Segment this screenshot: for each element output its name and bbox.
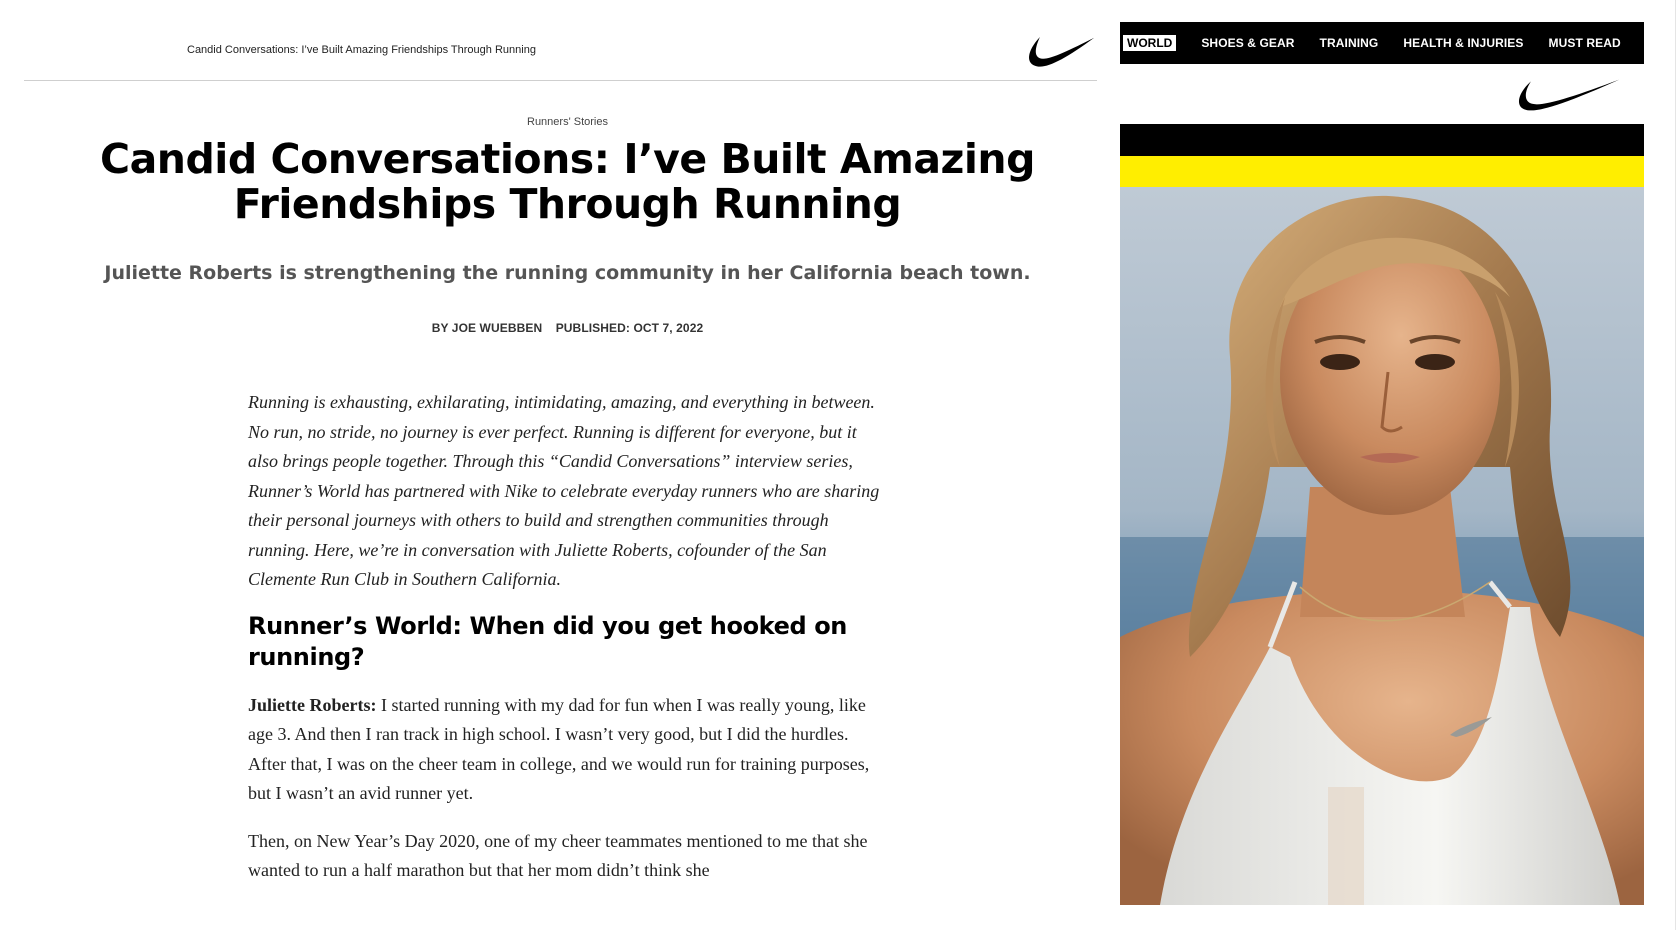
article-headline: Candid Conversations: I’ve Built Amazing… bbox=[100, 135, 1035, 228]
answer-speaker: Juliette Roberts: bbox=[248, 694, 377, 715]
nav-item-must-read[interactable]: MUST READ bbox=[1549, 36, 1621, 50]
nav-item-training[interactable]: TRAINING bbox=[1320, 36, 1379, 50]
answer-paragraph: Juliette Roberts: I started running with… bbox=[248, 691, 883, 809]
nav-item-shoes-gear[interactable]: SHOES & GEAR bbox=[1201, 36, 1294, 50]
intro-paragraph: Running is exhausting, exhilarating, int… bbox=[248, 392, 880, 589]
category-label[interactable]: Runners' Stories bbox=[0, 116, 1100, 128]
body-paragraph: Then, on New Year’s Day 2020, one of my … bbox=[248, 830, 868, 881]
portrait-illustration bbox=[1120, 187, 1644, 905]
nike-swoosh-icon[interactable] bbox=[1513, 74, 1621, 114]
author-name[interactable]: BY JOE WUEBBEN bbox=[432, 321, 543, 335]
runner-portrait-photo[interactable] bbox=[1120, 187, 1644, 905]
article-dek: Juliette Roberts is strengthening the ru… bbox=[104, 262, 1031, 284]
nav-item-health-injuries[interactable]: HEALTH & INJURIES bbox=[1403, 36, 1523, 50]
article-pane: Candid Conversations: I’ve Built Amazing… bbox=[0, 0, 1100, 906]
site-nav-bar: WORLD SHOES & GEAR TRAINING HEALTH & INJ… bbox=[1120, 22, 1644, 64]
sticky-article-title: Candid Conversations: I’ve Built Amazing… bbox=[187, 44, 536, 56]
ad-stripe-black bbox=[1120, 124, 1644, 156]
header-divider bbox=[24, 80, 1097, 81]
nav-brand-logo[interactable]: WORLD bbox=[1123, 35, 1177, 51]
article-body: Running is exhausting, exhilarating, int… bbox=[248, 388, 883, 904]
nike-swoosh-icon[interactable] bbox=[1022, 26, 1096, 70]
byline: BY JOE WUEBBEN PUBLISHED: OCT 7, 2022 bbox=[0, 321, 1100, 335]
interview-question: Runner’s World: When did you get hooked … bbox=[248, 611, 847, 671]
publish-date: PUBLISHED: OCT 7, 2022 bbox=[555, 321, 704, 335]
ad-stripe-yellow bbox=[1120, 156, 1644, 187]
